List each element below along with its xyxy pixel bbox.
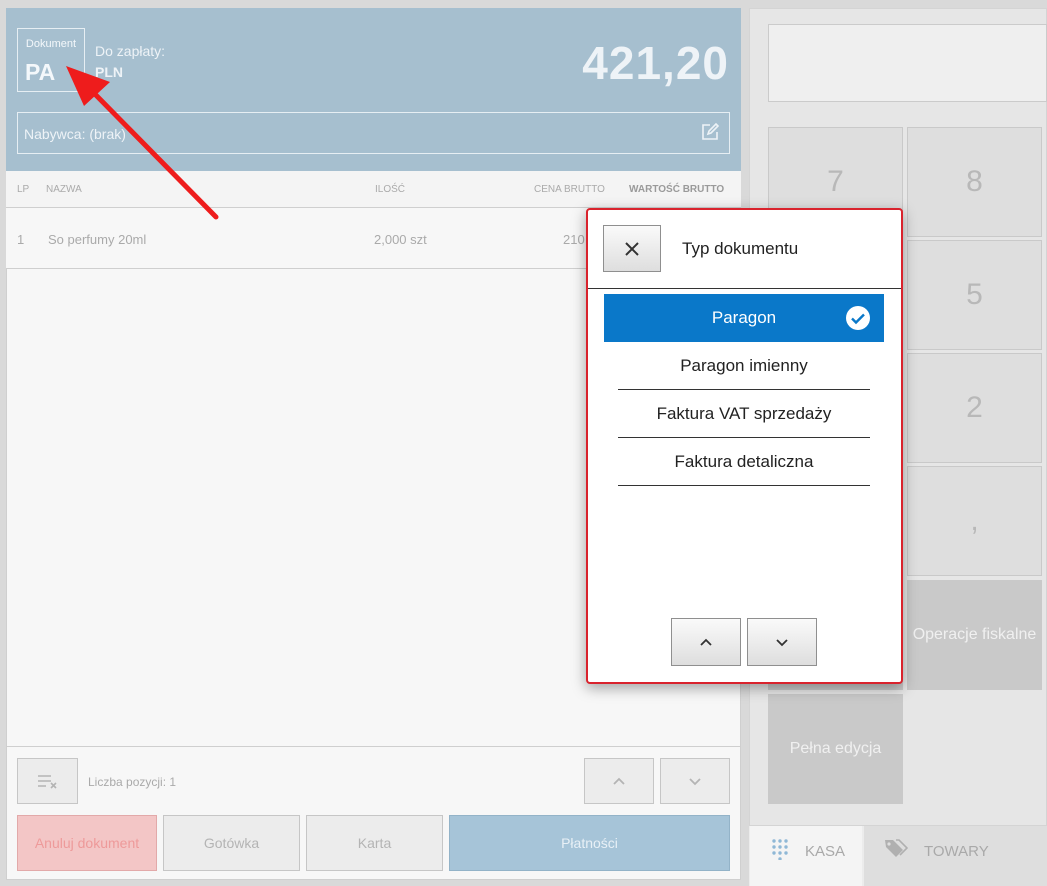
dialog-scroll-down-button[interactable] <box>747 618 817 666</box>
chevron-up-icon <box>700 638 712 646</box>
option-label: Paragon <box>711 308 777 327</box>
option-paragon[interactable]: Paragon <box>604 294 884 342</box>
option-divider <box>618 485 870 486</box>
dialog-scroll-up-button[interactable] <box>671 618 741 666</box>
check-circle-icon <box>846 306 870 330</box>
option-faktura-detaliczna[interactable]: Faktura detaliczna <box>604 438 884 486</box>
close-icon <box>625 241 639 256</box>
close-button[interactable] <box>603 225 661 272</box>
dialog-divider <box>588 288 901 289</box>
option-label: Faktura detaliczna <box>674 452 814 471</box>
option-label: Paragon imienny <box>680 356 808 375</box>
option-faktura-vat[interactable]: Faktura VAT sprzedaży <box>604 390 884 438</box>
option-paragon-imienny[interactable]: Paragon imienny <box>604 342 884 390</box>
dialog-title: Typ dokumentu <box>682 239 799 258</box>
option-label: Faktura VAT sprzedaży <box>656 404 832 423</box>
chevron-down-icon <box>776 638 788 646</box>
